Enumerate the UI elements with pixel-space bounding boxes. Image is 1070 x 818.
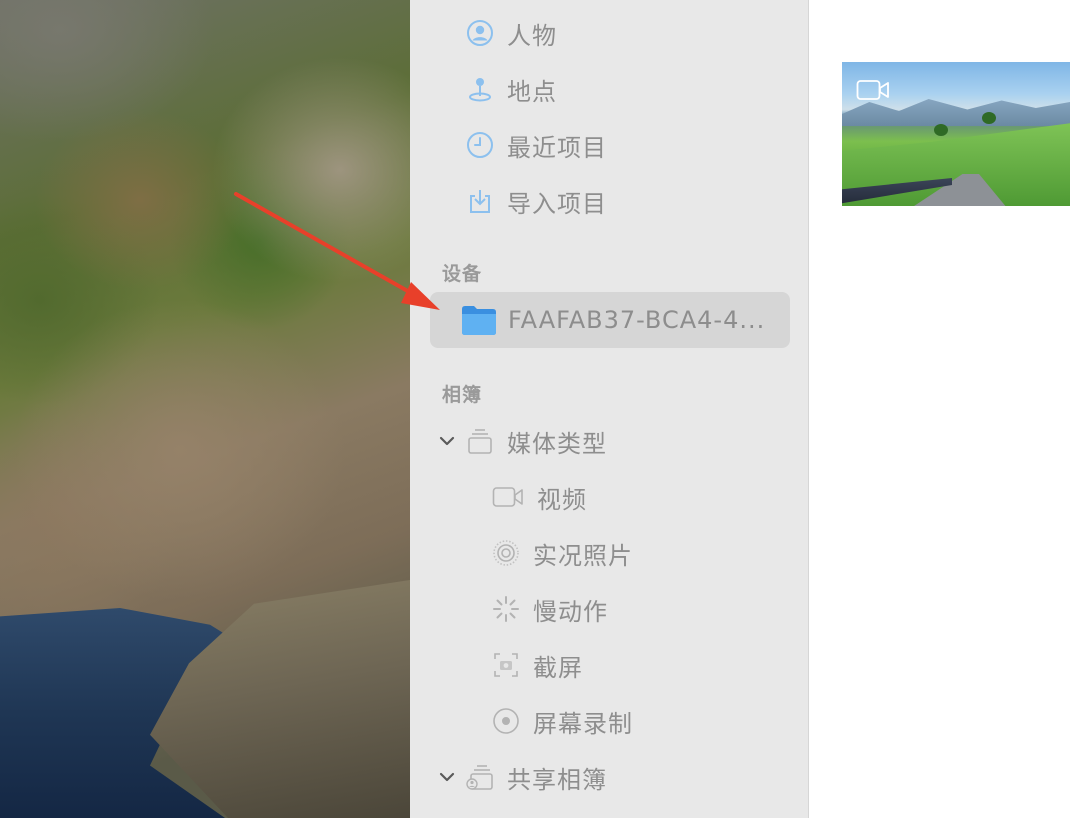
wallpaper-cliff	[150, 580, 410, 818]
sidebar-item-recents[interactable]: 最近项目	[430, 117, 790, 173]
sidebar-item-label: 地点	[507, 77, 557, 106]
sidebar-item-slo-mo[interactable]: 慢动作	[430, 581, 790, 637]
sidebar-item-label: 屏幕录制	[533, 709, 633, 738]
video-camera-icon	[492, 483, 524, 511]
device-label: FAAFAB37-BCA4-4...	[508, 306, 766, 334]
live-photo-icon	[492, 539, 520, 567]
sidebar-item-label: 最近项目	[507, 133, 607, 162]
shared-stack-icon	[466, 763, 494, 791]
video-camera-icon	[856, 78, 890, 102]
map-pin-icon	[466, 75, 494, 103]
video-thumbnail[interactable]	[842, 62, 1070, 206]
section-heading-albums: 相簿	[442, 384, 483, 406]
sidebar-item-label: 导入项目	[507, 189, 607, 218]
stack-icon	[466, 427, 494, 455]
sidebar-item-label: 慢动作	[533, 597, 608, 626]
sidebar-item-people[interactable]: 人物	[430, 5, 790, 61]
sidebar-item-label: 媒体类型	[507, 429, 607, 458]
sidebar-group-media-types[interactable]: 媒体类型	[430, 413, 790, 469]
thumbnail-tree	[934, 124, 948, 136]
sidebar-item-live-photos[interactable]: 实况照片	[430, 525, 790, 581]
folder-icon	[460, 303, 498, 337]
person-circle-icon	[466, 19, 494, 47]
sidebar-item-label: 截屏	[533, 653, 583, 682]
chevron-down-icon[interactable]	[436, 430, 458, 452]
clock-icon	[466, 131, 494, 159]
screenshot-icon	[492, 651, 520, 679]
desktop-wallpaper	[0, 0, 410, 818]
slow-motion-icon	[492, 595, 520, 623]
sidebar-item-imports[interactable]: 导入项目	[430, 173, 790, 229]
sidebar-item-places[interactable]: 地点	[430, 61, 790, 117]
sidebar-item-screenshots[interactable]: 截屏	[430, 637, 790, 693]
sidebar-item-label: 实况照片	[533, 541, 633, 570]
photo-grid	[809, 0, 1070, 818]
sidebar-item-screen-recordings[interactable]: 屏幕录制	[430, 693, 790, 749]
screen-record-icon	[492, 707, 520, 735]
sidebar-item-label: 视频	[537, 485, 587, 514]
import-tray-icon	[466, 187, 494, 215]
sidebar-item-videos[interactable]: 视频	[430, 469, 790, 525]
sidebar-item-label: 共享相簿	[507, 765, 607, 794]
thumbnail-tree	[982, 112, 996, 124]
chevron-down-icon[interactable]	[436, 766, 458, 788]
section-heading-devices: 设备	[442, 263, 483, 285]
photos-sidebar: 人物 地点 最近项目 导入项目 设备 FAAFAB37-BCA4-4... 相簿	[410, 0, 809, 818]
sidebar-group-shared-albums[interactable]: 共享相簿	[430, 749, 790, 805]
sidebar-item-device[interactable]: FAAFAB37-BCA4-4...	[430, 292, 790, 348]
sidebar-item-label: 人物	[507, 21, 557, 50]
